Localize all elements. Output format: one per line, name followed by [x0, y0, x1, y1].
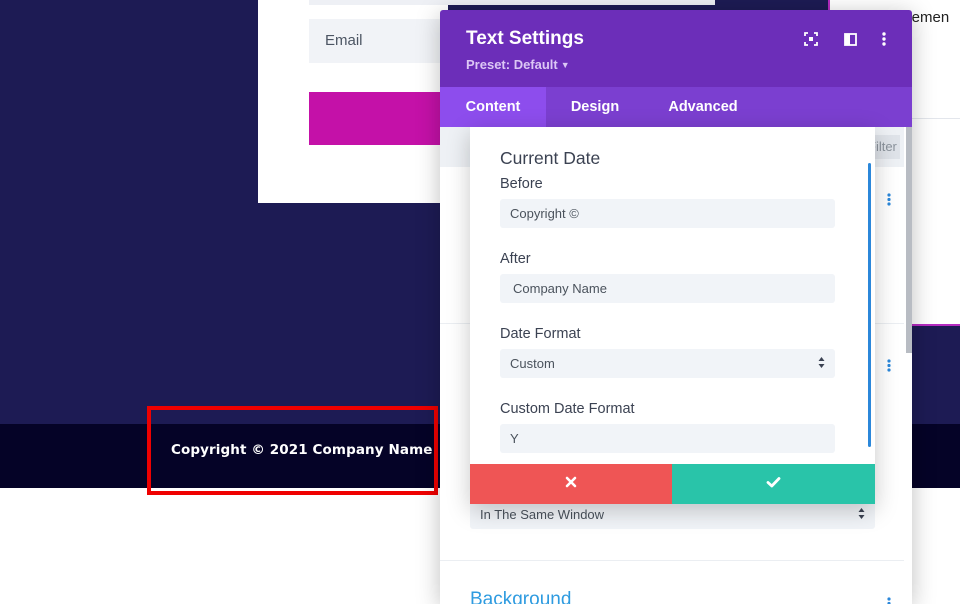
- field-options-icon[interactable]: [887, 193, 893, 211]
- select-arrows-icon: [818, 356, 825, 374]
- custom-date-format-value: Y: [510, 431, 519, 446]
- email-placeholder: Email: [325, 32, 363, 49]
- custom-date-format-label: Custom Date Format: [500, 401, 635, 417]
- custom-date-format-input[interactable]: Y: [500, 424, 835, 453]
- link-target-value: In The Same Window: [480, 507, 605, 522]
- save-button[interactable]: [672, 464, 875, 504]
- cancel-button[interactable]: [470, 464, 672, 504]
- form-top-field[interactable]: [309, 0, 715, 5]
- section-divider: [440, 560, 904, 561]
- before-value: Copyright ©: [510, 206, 579, 221]
- date-format-value: Custom: [510, 356, 555, 371]
- expand-icon[interactable]: [802, 30, 820, 48]
- background-section-title[interactable]: Background: [470, 589, 571, 604]
- link-target-select[interactable]: In The Same Window: [470, 500, 875, 529]
- after-label: After: [500, 251, 531, 267]
- select-arrows-icon: [858, 507, 865, 525]
- before-label: Before: [500, 176, 543, 192]
- dynamic-content-popup: Current Date Before Copyright © After Co…: [470, 127, 875, 504]
- more-options-icon[interactable]: [875, 30, 893, 48]
- section-options-icon[interactable]: [887, 597, 893, 604]
- field-options-icon[interactable]: [887, 359, 893, 377]
- tab-design[interactable]: Design: [546, 87, 644, 127]
- checkmark-icon: [766, 475, 781, 493]
- popup-scrollbar[interactable]: [868, 163, 871, 447]
- preset-label: Preset: Default: [466, 57, 558, 72]
- date-format-select[interactable]: Custom: [500, 349, 835, 378]
- screen: Email elemen Copyright © 2021 Company Na…: [0, 0, 960, 604]
- before-input[interactable]: Copyright ©: [500, 199, 835, 228]
- tab-advanced[interactable]: Advanced: [644, 87, 762, 127]
- caret-down-icon: ▼: [560, 60, 570, 70]
- modal-header: Text Settings Preset: Default ▼: [440, 10, 912, 87]
- modal-scrollbar[interactable]: [906, 127, 912, 353]
- popup-title: Current Date: [500, 148, 601, 168]
- tab-content[interactable]: Content: [440, 87, 546, 127]
- close-icon: [565, 475, 577, 493]
- modal-tabs: Content Design Advanced: [440, 87, 912, 127]
- highlight-annotation-box: [147, 406, 438, 495]
- after-value: Company Name: [513, 281, 607, 296]
- preset-selector[interactable]: Preset: Default ▼: [466, 57, 570, 72]
- submit-button[interactable]: [309, 92, 449, 145]
- after-input[interactable]: Company Name: [500, 274, 835, 303]
- modal-title: Text Settings: [466, 28, 584, 49]
- date-format-label: Date Format: [500, 326, 581, 342]
- split-view-icon[interactable]: [841, 30, 859, 48]
